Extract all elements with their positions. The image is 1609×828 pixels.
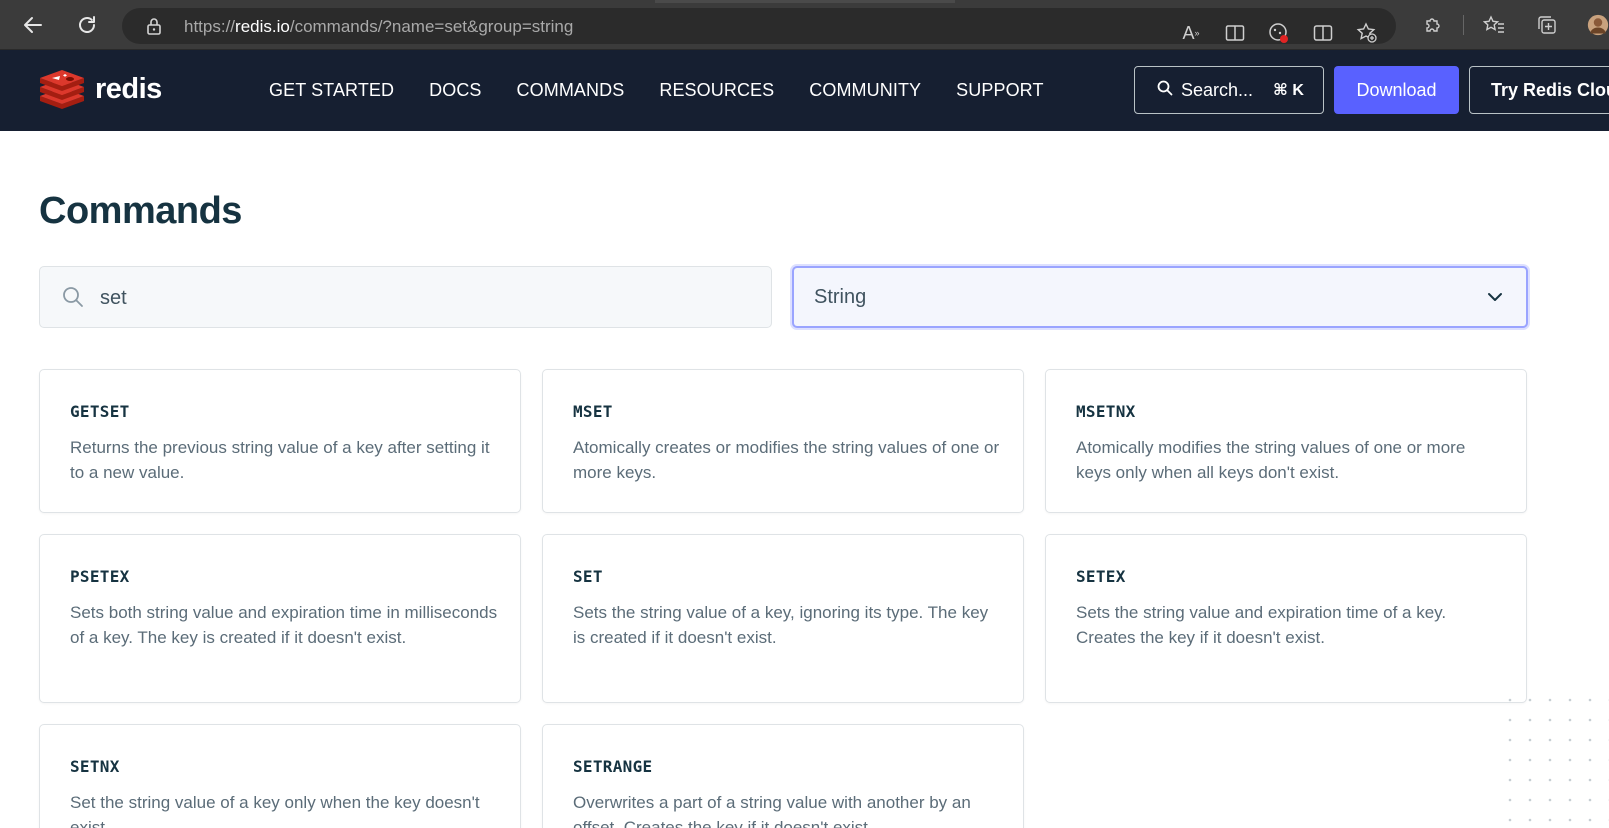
reload-icon [79,16,95,33]
add-favorite-icon[interactable] [1354,20,1380,46]
page-title: Commands [39,190,242,232]
command-description: Returns the previous string value of a k… [70,438,490,482]
main-nav: GET STARTED DOCS COMMANDS RESOURCES COMM… [269,80,1079,101]
redis-logo[interactable]: redis [38,69,162,109]
extensions-icon[interactable] [1420,12,1446,38]
search-icon [62,286,84,313]
group-select-value: String [814,286,867,308]
download-button[interactable]: Download [1334,66,1459,114]
lock-icon [146,17,162,40]
redis-cube-icon [40,70,84,109]
nav-commands[interactable]: COMMANDS [517,80,625,101]
immersive-reader-icon[interactable] [1222,20,1248,46]
command-card-getset[interactable]: GETSET Returns the previous string value… [39,369,521,513]
search-button-label: Search... [1181,79,1254,100]
command-card-setrange[interactable]: SETRANGE Overwrites a part of a string v… [542,724,1024,828]
collections-icon[interactable] [1535,12,1561,38]
logo-wordmark: redis [95,72,162,105]
command-description: Sets the string value of a key, ignoring… [573,603,989,647]
url-text: https://redis.io/commands/?name=set&grou… [184,17,574,36]
command-description: Overwrites a part of a string value with… [573,793,971,828]
profile-avatar[interactable] [1587,12,1609,38]
group-select[interactable]: String [792,266,1528,328]
command-card-set[interactable]: SET Sets the string value of a key, igno… [542,534,1024,703]
command-card-setex[interactable]: SETEX Sets the string value and expirati… [1045,534,1527,703]
command-description: Sets both string value and expiration ti… [70,603,498,647]
command-name: MSET [573,402,613,421]
command-card-mset[interactable]: MSET Atomically creates or modifies the … [542,369,1024,513]
site-header: redis GET STARTED DOCS COMMANDS RESOURCE… [0,50,1609,131]
tracking-prevention-icon[interactable] [1266,20,1292,46]
nav-get-started[interactable]: GET STARTED [269,80,394,101]
split-screen-icon[interactable] [1310,20,1336,46]
command-description: Sets the string value and expiration tim… [1076,603,1447,647]
decorative-dot-pattern [1500,690,1609,828]
back-button[interactable] [18,10,48,40]
toolbar-divider [1463,15,1464,35]
nav-resources[interactable]: RESOURCES [659,80,774,101]
command-description: Atomically creates or modifies the strin… [573,438,1000,482]
favorites-icon[interactable] [1481,12,1507,38]
command-name: SETNX [70,757,120,776]
nav-community[interactable]: COMMUNITY [809,80,921,101]
command-card-setnx[interactable]: SETNX Set the string value of a key only… [39,724,521,828]
command-name: MSETNX [1076,402,1136,421]
command-card-msetnx[interactable]: MSETNX Atomically modifies the string va… [1045,369,1527,513]
nav-docs[interactable]: DOCS [429,80,481,101]
command-search-field[interactable] [39,266,772,328]
command-name: SET [573,567,603,586]
command-name: SETEX [1076,567,1126,586]
search-shortcut: ⌘ K [1273,82,1304,99]
command-name: SETRANGE [573,757,653,776]
command-search-input[interactable] [100,281,740,315]
read-aloud-icon[interactable]: A» [1178,20,1204,46]
try-redis-cloud-button[interactable]: Try Redis Cloud [1469,66,1609,114]
site-search-button[interactable]: Search... ⌘ K [1134,66,1324,114]
command-card-psetex[interactable]: PSETEX Sets both string value and expira… [39,534,521,703]
command-name: GETSET [70,402,130,421]
command-description: Atomically modifies the string values of… [1076,438,1466,482]
browser-toolbar: https://redis.io/commands/?name=set&grou… [0,0,1609,50]
search-icon [1157,80,1173,101]
command-description: Set the string value of a key only when … [70,793,480,828]
command-name: PSETEX [70,567,130,586]
chevron-down-icon [1486,288,1504,311]
address-bar[interactable]: https://redis.io/commands/?name=set&grou… [122,8,1396,44]
back-arrow-icon [24,17,42,33]
nav-support[interactable]: SUPPORT [956,80,1043,101]
active-tab-indicator [655,0,955,3]
reload-button[interactable] [72,10,102,40]
